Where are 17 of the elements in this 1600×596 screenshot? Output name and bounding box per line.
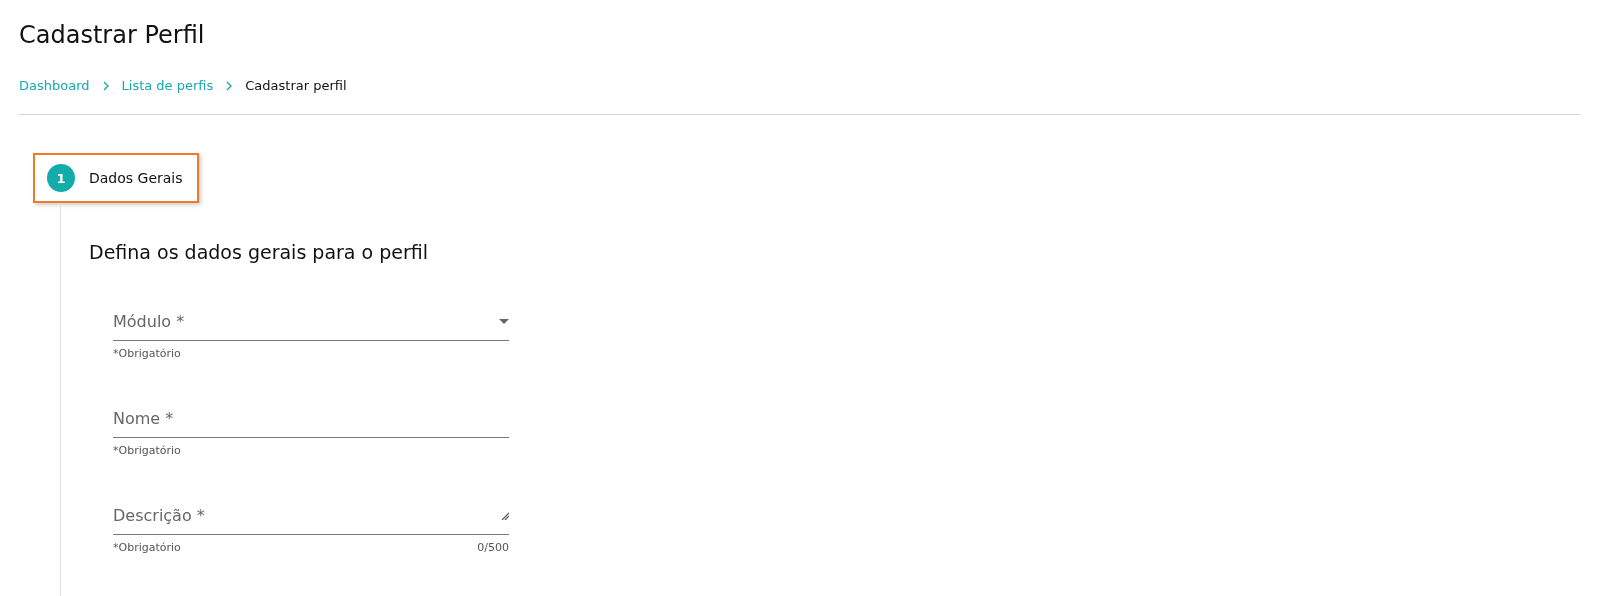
textarea-field[interactable]: Descrição * bbox=[113, 501, 509, 535]
step-label: Dados Gerais bbox=[89, 170, 183, 186]
character-counter: 0/500 bbox=[477, 541, 509, 554]
section-heading: Defina os dados gerais para o perfil bbox=[89, 241, 429, 263]
required-hint: *Obrigatório bbox=[113, 347, 181, 360]
step-number: 1 bbox=[47, 164, 75, 192]
breadcrumb-current: Cadastrar perfil bbox=[245, 78, 347, 93]
required-hint: *Obrigatório bbox=[113, 541, 181, 554]
chevron-right-icon bbox=[101, 80, 110, 91]
dropdown-caret-icon bbox=[499, 319, 509, 324]
required-hint: *Obrigatório bbox=[113, 444, 181, 457]
input-field[interactable]: Nome * bbox=[113, 404, 509, 438]
select-field[interactable]: Módulo * bbox=[113, 307, 509, 341]
page-title: Cadastrar Perfil bbox=[19, 21, 206, 49]
resize-handle-icon bbox=[501, 511, 509, 520]
chevron-right-icon bbox=[225, 80, 234, 91]
step-header[interactable]: 1 Dados Gerais bbox=[33, 153, 199, 203]
